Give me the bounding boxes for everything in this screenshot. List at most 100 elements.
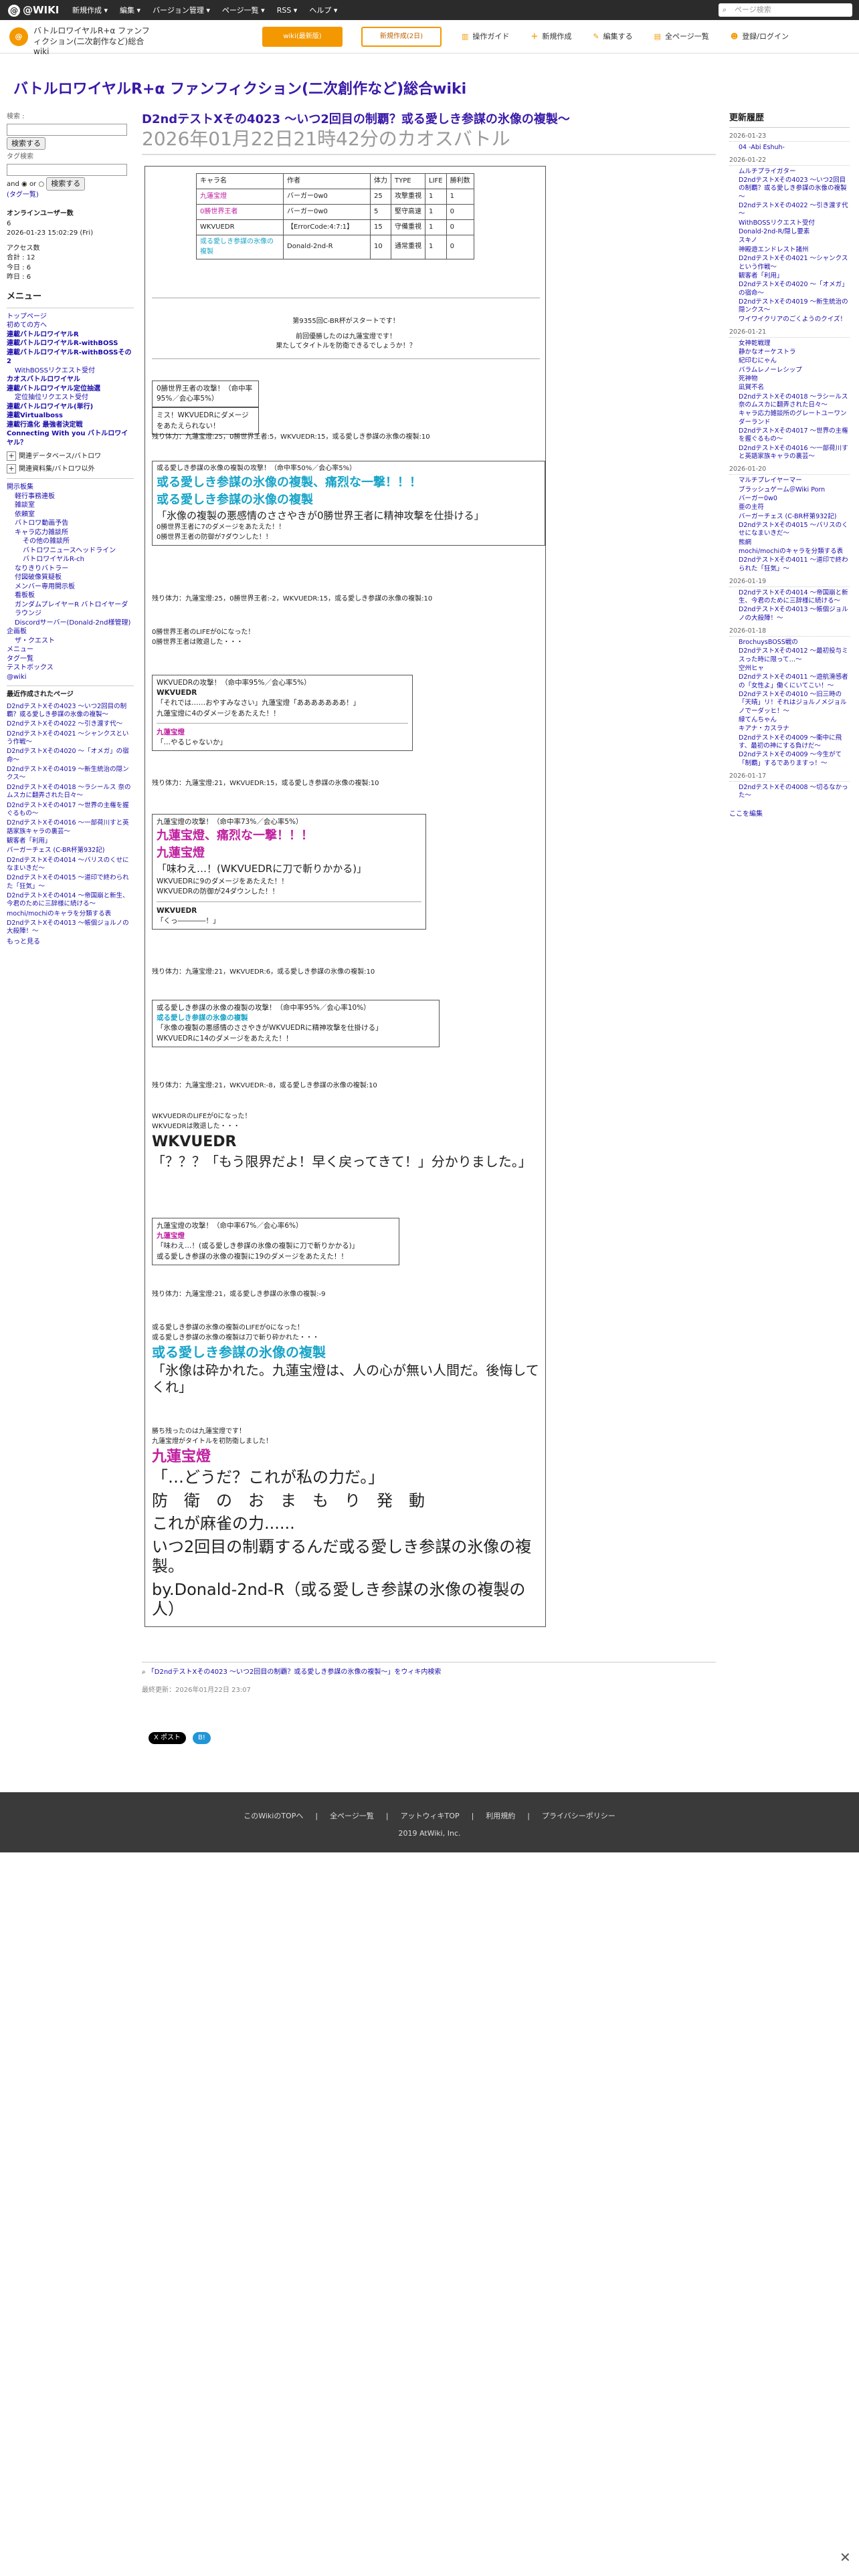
recent-page-link[interactable]: D2ndテストXその4014 ～バリスのくせになまいきだ～: [7, 857, 134, 873]
collapsible-2[interactable]: + 関連資料集/バトロワ以外: [7, 463, 134, 475]
recent-page-link[interactable]: D2ndテストXその4021 ～シャンクスという作戦～: [7, 730, 134, 747]
edit-here-link[interactable]: ここを編集: [729, 810, 850, 820]
sidebar-item[interactable]: 依頼室: [7, 510, 134, 520]
update-item-link[interactable]: 緑てんちゃん: [739, 716, 850, 724]
sidebar-item[interactable]: 連載バトルロワイヤル(単行): [7, 403, 134, 412]
update-item-link[interactable]: 神殿遊エンドレスト諸州: [739, 246, 850, 254]
update-item-link[interactable]: D2ndテストXその4017 ～世界の主権を握ぐるもの～: [739, 427, 850, 444]
update-item-link[interactable]: D2ndテストXその4015 ～バリスのくせになまいきだ～: [739, 522, 850, 538]
update-item-link[interactable]: 静かなオーケストラ: [739, 348, 850, 356]
sidebar-item[interactable]: WithBOSSリクエスト受付: [7, 366, 134, 376]
update-item-link[interactable]: D2ndテストXその4023 ～いつ2回目の制覇？或る愛しき参謀の氷像の複製～: [739, 177, 850, 201]
more-link[interactable]: もっと見る: [7, 938, 134, 948]
sidebar-item[interactable]: 連載Virtualboss: [7, 411, 134, 421]
recent-page-link[interactable]: mochi/mochiのキャラを分類する表: [7, 910, 134, 918]
update-item-link[interactable]: 女神乾戦理: [739, 340, 850, 348]
update-item-link[interactable]: ワイワイクリアのごくようのクイズ！: [739, 316, 850, 324]
sidebar-item[interactable]: バトロワニュースヘッドライン: [7, 546, 134, 556]
recent-page-link[interactable]: バーガーチェス (C-BR杯第932記): [7, 847, 134, 855]
hatena-bookmark-button[interactable]: B!: [193, 1732, 211, 1744]
update-item-link[interactable]: 熊網: [739, 539, 850, 547]
sidebar-item[interactable]: 連載行進化 最強者決定戦: [7, 421, 134, 430]
footer-link-terms[interactable]: 利用規約: [486, 1811, 515, 1822]
update-item-link[interactable]: D2ndテストXその4009 ～衝中に飛す、最初の神にする負けだ～: [739, 734, 850, 751]
update-item-link[interactable]: D2ndテストXその4011 ～遊航滑感者の「女性よ」働くにいてこい！～: [739, 673, 850, 690]
close-icon[interactable]: ✕: [840, 2548, 851, 2567]
wiki-new-button[interactable]: 新規作成(2日): [361, 27, 442, 47]
recent-page-link[interactable]: 観客者「利用」: [7, 837, 134, 845]
update-item-link[interactable]: バーガーチェス (C-BR杯第932記): [739, 513, 850, 521]
sidebar-item[interactable]: ガンダムプレイヤーR バトロイヤーダラウンジ: [7, 601, 134, 619]
sidebar-item[interactable]: 雑談室: [7, 501, 134, 510]
update-item-link[interactable]: D2ndテストXその4020 ～「オメガ」の宿命～: [739, 281, 850, 298]
update-item-link[interactable]: マルチプレイヤーマー: [739, 477, 850, 485]
footer-link-atwiki[interactable]: アットウィキTOP: [401, 1811, 460, 1822]
sidebar-item[interactable]: 初めての方へ: [7, 321, 134, 330]
update-item-link[interactable]: スキノ: [739, 237, 850, 245]
update-item-link[interactable]: BrochuysBOSS戦の: [739, 639, 850, 647]
wiki-search-link[interactable]: ⌕ 「D2ndテストXその4023 ～いつ2回目の制覇？或る愛しき参謀の氷像の複…: [142, 1662, 716, 1678]
and-radio[interactable]: ◉: [21, 181, 27, 188]
update-item-link[interactable]: バラムレノーレシップ: [739, 366, 850, 374]
recent-page-link[interactable]: D2ndテストXその4013 ～帳個ジョルノの大殺陣！～: [7, 920, 134, 936]
sidebar-item[interactable]: バトロワイヤルR-ch: [7, 555, 134, 564]
update-item-link[interactable]: D2ndテストXその4010 ～旧三時の「天晴」リ！それはジョルノメジョルノでー…: [739, 691, 850, 716]
create-button[interactable]: ＋新規作成: [531, 31, 571, 42]
sidebar-item[interactable]: カオスバトルロワイヤル: [7, 375, 134, 385]
footer-link-privacy[interactable]: プライバシーポリシー: [542, 1811, 615, 1822]
sidebar-item[interactable]: ザ・クエスト: [7, 637, 134, 646]
wiki-header-title[interactable]: バトルロワイヤルR+α ファンフィクション(二次創作など)総合wiki: [33, 26, 154, 58]
x-post-button[interactable]: X ポスト: [149, 1732, 187, 1744]
update-item-link[interactable]: D2ndテストXその4012 ～最初投与ミスった時に限って…～: [739, 647, 850, 664]
update-item-link[interactable]: D2ndテストXその4018 ～ラシールス 奈のムスカに翻弄された日々～: [739, 393, 850, 410]
update-item-link[interactable]: D2ndテストXその4014 ～帝国崩と新生、今君のために三辞様に続ける～: [739, 589, 850, 606]
update-item-link[interactable]: D2ndテストXその4013 ～帳個ジョルノの大殺陣！～: [739, 606, 850, 623]
sidebar-item[interactable]: メンバー専用開示板: [7, 582, 134, 592]
page-search-input[interactable]: ⌕ ページ検索: [719, 3, 852, 17]
update-item-link[interactable]: Donald-2nd-R/隠し要素: [739, 228, 850, 236]
recent-page-link[interactable]: D2ndテストXその4020 ～「オメガ」の宿命～: [7, 748, 134, 764]
all-pages-button[interactable]: ▤ 全ページ一覧: [654, 31, 709, 42]
sidebar-item[interactable]: 連載バトルロワイヤルR: [7, 330, 134, 340]
update-item-link[interactable]: ブラッシュゲーム＠Wiki Porn: [739, 486, 850, 494]
sidebar-item[interactable]: 連載バトルロワイヤルR-withBOSSその2: [7, 348, 134, 366]
update-item-link[interactable]: 亜の主符: [739, 504, 850, 512]
sidebar-item[interactable]: テストボックス: [7, 663, 134, 673]
sidebar-search-button[interactable]: 検索する: [7, 136, 45, 150]
sidebar-item[interactable]: 付図破像質疑板: [7, 573, 134, 582]
sidebar-item[interactable]: トップページ: [7, 312, 134, 322]
update-item-link[interactable]: D2ndテストXその4022 ～引き渡す代～: [739, 202, 850, 219]
update-item-link[interactable]: D2ndテストXその4008 ～切るなかった～: [739, 784, 850, 800]
menu-pages[interactable]: ページ一覧 ▾: [222, 5, 265, 16]
recent-page-link[interactable]: D2ndテストXその4017 ～世界の主権を握ぐるもの～: [7, 802, 134, 819]
recent-page-link[interactable]: D2ndテストXその4019 ～新生統治の隠ンクス～: [7, 766, 134, 782]
update-item-link[interactable]: 観客者「利用」: [739, 272, 850, 280]
update-item-link[interactable]: D2ndテストXその4011 ～道印で終わられた「狂気」～: [739, 556, 850, 573]
or-radio[interactable]: ○: [38, 181, 44, 188]
sidebar-search-input[interactable]: [7, 123, 127, 136]
sidebar-item[interactable]: 軽行事務連板: [7, 492, 134, 502]
sidebar-item[interactable]: その他の雑談所: [7, 537, 134, 546]
update-item-link[interactable]: 凪賀不名: [739, 384, 850, 392]
sidebar-item[interactable]: 連載バトルロワイヤル定位抽選: [7, 385, 134, 394]
atwiki-logo[interactable]: @ @WIKI: [8, 3, 59, 18]
edit-button[interactable]: ✎ 編集する: [593, 31, 632, 42]
update-item-link[interactable]: mochi/mochiのキャラを分類する表: [739, 548, 850, 556]
sidebar-item[interactable]: Discordサーバー(Donald-2nd様管理): [7, 619, 134, 628]
update-item-link[interactable]: WithBOSSリクエスト受付: [739, 219, 850, 227]
update-item-link[interactable]: D2ndテストXその4016 ～一部荷川すと英語家族キャラの裏芸～: [739, 445, 850, 461]
sidebar-item[interactable]: 開示板集: [7, 483, 134, 492]
wiki-latest-button[interactable]: wiki(最新版): [262, 27, 343, 47]
recent-page-link[interactable]: D2ndテストXその4015 ～道印で終わられた「狂気」～: [7, 874, 134, 891]
recent-page-link[interactable]: D2ndテストXその4018 ～ラシールス 奈のムスカに翻弄された日々～: [7, 784, 134, 800]
update-item-link[interactable]: バーガー0w0: [739, 495, 850, 503]
update-item-link[interactable]: 紀印むにゃん: [739, 357, 850, 365]
tag-search-input[interactable]: [7, 163, 127, 176]
update-item-link[interactable]: D2ndテストXその4021 ～シャンクスという作戦～: [739, 255, 850, 272]
menu-rss[interactable]: RSS ▾: [277, 5, 298, 16]
sidebar-item[interactable]: 連載バトルロワイヤルR-withBOSS: [7, 339, 134, 348]
sidebar-item[interactable]: バトロワ動画予告: [7, 519, 134, 528]
footer-link-pages[interactable]: 全ページ一覧: [330, 1811, 374, 1822]
recent-page-link[interactable]: D2ndテストXその4022 ～引き渡す代～: [7, 720, 134, 728]
update-item-link[interactable]: 04 -Abi Eshuh-: [739, 144, 850, 152]
